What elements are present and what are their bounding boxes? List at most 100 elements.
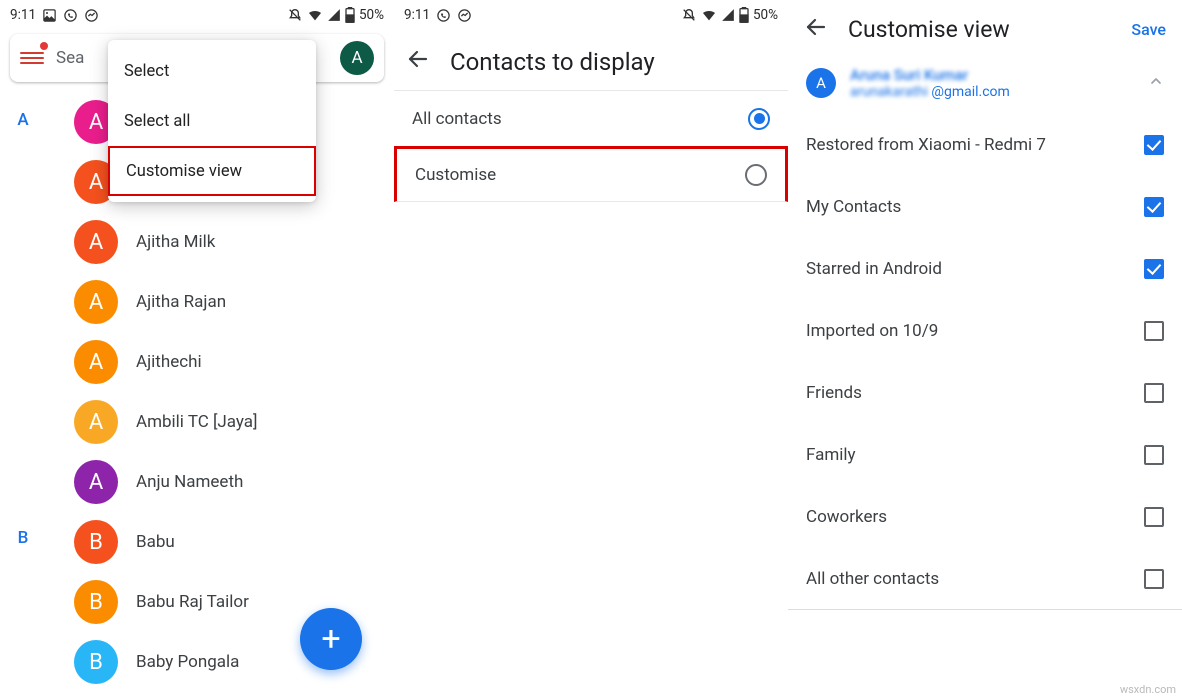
checkbox-unchecked-icon[interactable] — [1144, 383, 1164, 403]
checkbox-unchecked-icon[interactable] — [1144, 321, 1164, 341]
group-label: Coworkers — [806, 507, 887, 527]
checkbox-checked-icon[interactable] — [1144, 197, 1164, 217]
group-row[interactable]: All other contacts — [788, 548, 1182, 610]
account-row[interactable]: A Aruna Suri Kumar arunakarathi @gmail.c… — [788, 58, 1182, 114]
contact-name: Babu — [136, 532, 175, 552]
overflow-menu: Select Select all Customise view — [108, 40, 316, 202]
contact-name: Anju Nameeth — [136, 472, 243, 492]
account-avatar-icon: A — [806, 68, 836, 98]
contact-row[interactable]: B Babu — [0, 512, 394, 572]
statusbar: 9:11 50% — [394, 0, 788, 28]
radio-unchecked-icon[interactable] — [745, 164, 767, 186]
checkbox-unchecked-icon[interactable] — [1144, 507, 1164, 527]
signal-icon — [327, 8, 341, 22]
contact-name: Baby Pongala — [136, 652, 239, 672]
checkbox-unchecked-icon[interactable] — [1144, 569, 1164, 589]
section-header-b: B — [0, 528, 46, 548]
panel-contacts-to-display: 9:11 50% Contacts to display All contact… — [394, 0, 788, 700]
menu-item-select[interactable]: Select — [108, 46, 316, 96]
menu-item-customise-view[interactable]: Customise view — [108, 146, 316, 196]
contact-avatar-icon: B — [74, 640, 118, 684]
messenger-icon — [457, 8, 472, 23]
contact-name: Ajitha Rajan — [136, 292, 226, 312]
group-label: All other contacts — [806, 569, 939, 589]
whatsapp-icon — [436, 8, 451, 23]
option-customise[interactable]: Customise — [394, 146, 788, 202]
contact-avatar-icon: A — [74, 460, 118, 504]
account-text: Aruna Suri Kumar arunakarathi @gmail.com — [850, 66, 1134, 100]
contact-avatar-icon: A — [74, 340, 118, 384]
image-icon — [42, 8, 57, 23]
radio-checked-icon[interactable] — [748, 108, 770, 130]
group-label: Imported on 10/9 — [806, 321, 938, 341]
battery-text: 50% — [359, 7, 384, 23]
contact-row[interactable]: A Ajitha Milk — [0, 212, 394, 272]
battery-icon — [345, 7, 355, 23]
contact-name: Ambili TC [Jaya] — [136, 412, 258, 432]
wifi-icon — [701, 7, 717, 23]
group-row[interactable]: Family — [788, 424, 1182, 486]
screen-header: Contacts to display — [394, 34, 788, 90]
option-all-contacts[interactable]: All contacts — [394, 90, 788, 146]
contact-name: Ajithechi — [136, 352, 202, 372]
contact-avatar-icon: A — [74, 220, 118, 264]
status-time: 9:11 — [404, 7, 430, 23]
dnd-icon — [681, 7, 697, 23]
hamburger-menu-icon[interactable] — [20, 46, 44, 70]
checkbox-unchecked-icon[interactable] — [1144, 445, 1164, 465]
dnd-icon — [287, 7, 303, 23]
contact-avatar-icon: B — [74, 520, 118, 564]
group-row[interactable]: Friends — [788, 362, 1182, 424]
back-arrow-icon[interactable] — [406, 47, 432, 77]
screen-title: Customise view — [848, 16, 1111, 43]
contact-avatar-icon: A — [74, 280, 118, 324]
group-label: Restored from Xiaomi - Redmi 7 — [806, 135, 1046, 155]
account-email: arunakarathi @gmail.com — [850, 84, 1134, 100]
contact-avatar-icon: B — [74, 580, 118, 624]
save-button[interactable]: Save — [1131, 20, 1166, 39]
panel-contacts-list: 9:11 50% Sea A A B AAAAjitha MilkAAjitha… — [0, 0, 394, 700]
contact-row[interactable]: A Anju Nameeth — [0, 452, 394, 512]
group-row[interactable]: Coworkers — [788, 486, 1182, 548]
checkbox-checked-icon[interactable] — [1144, 135, 1164, 155]
notification-dot-icon — [40, 42, 48, 50]
status-time: 9:11 — [10, 7, 36, 23]
contact-name: Babu Raj Tailor — [136, 592, 249, 612]
option-label: All contacts — [412, 109, 502, 129]
section-header-a: A — [0, 110, 46, 130]
battery-icon — [739, 7, 749, 23]
whatsapp-icon — [63, 8, 78, 23]
group-row[interactable]: My Contacts — [788, 176, 1182, 238]
add-contact-fab[interactable]: + — [300, 608, 362, 670]
contact-avatar-icon: A — [74, 400, 118, 444]
screen-header: Customise view Save — [788, 0, 1182, 58]
menu-item-select-all[interactable]: Select all — [108, 96, 316, 146]
group-list: Restored from Xiaomi - Redmi 7 My Contact… — [788, 114, 1182, 610]
contact-row[interactable]: A Ajithechi — [0, 332, 394, 392]
option-label: Customise — [415, 165, 496, 185]
signal-icon — [721, 8, 735, 22]
messenger-icon — [84, 8, 99, 23]
group-label: Family — [806, 445, 856, 465]
chevron-up-icon[interactable] — [1148, 73, 1164, 93]
account-name: Aruna Suri Kumar — [850, 66, 1134, 84]
back-arrow-icon[interactable] — [804, 15, 828, 43]
battery-text: 50% — [753, 7, 778, 23]
checkbox-checked-icon[interactable] — [1144, 259, 1164, 279]
group-label: Starred in Android — [806, 259, 942, 279]
account-avatar[interactable]: A — [340, 41, 374, 75]
group-label: Friends — [806, 383, 862, 403]
group-row[interactable]: Starred in Android — [788, 238, 1182, 300]
contact-name: Ajitha Milk — [136, 232, 215, 252]
contact-row[interactable]: A Ambili TC [Jaya] — [0, 392, 394, 452]
wifi-icon — [307, 7, 323, 23]
group-row[interactable]: Restored from Xiaomi - Redmi 7 — [788, 114, 1182, 176]
group-label: My Contacts — [806, 197, 901, 217]
screen-title: Contacts to display — [450, 48, 655, 76]
statusbar: 9:11 50% — [0, 0, 394, 28]
panel-customise-view: Customise view Save A Aruna Suri Kumar a… — [788, 0, 1182, 700]
group-row[interactable]: Imported on 10/9 — [788, 300, 1182, 362]
search-placeholder: Sea — [56, 48, 84, 68]
contact-row[interactable]: A Ajitha Rajan — [0, 272, 394, 332]
watermark: wsxdn.com — [1120, 683, 1176, 696]
